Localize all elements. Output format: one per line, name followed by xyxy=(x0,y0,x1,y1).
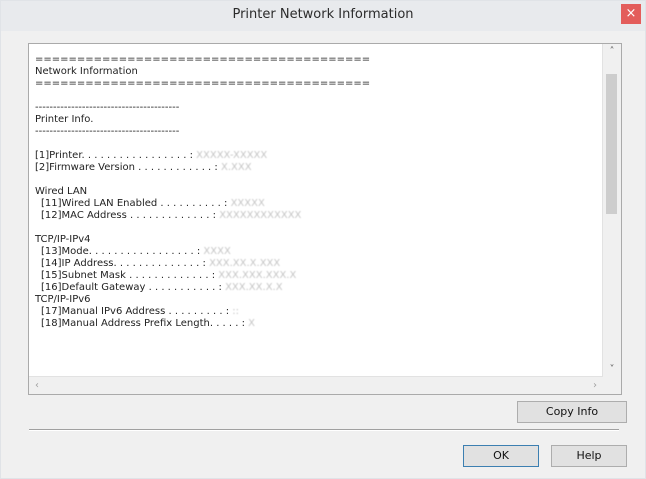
vertical-scrollbar[interactable]: ˄ ˅ xyxy=(602,44,621,378)
info-line-value: X xyxy=(248,318,256,329)
network-info-textbox[interactable]: ========================================… xyxy=(28,43,622,395)
info-line: ---------------------------------------- xyxy=(35,126,599,138)
info-line: [11]Wired LAN Enabled . . . . . . . . . … xyxy=(35,198,599,210)
info-line: [18]Manual Address Prefix Length. . . . … xyxy=(35,318,599,330)
info-line-text: ---------------------------------------- xyxy=(35,102,180,113)
info-line-value: X.XXX xyxy=(220,162,252,173)
info-line-text: [17]Manual IPv6 Address . . . . . . . . … xyxy=(41,306,233,317)
horizontal-scrollbar[interactable]: ‹ › xyxy=(29,376,603,394)
window-title: Printer Network Information xyxy=(232,7,414,22)
info-line-text: [1]Printer. . . . . . . . . . . . . . . … xyxy=(35,150,197,161)
info-line-text: [2]Firmware Version . . . . . . . . . . … xyxy=(35,162,221,173)
info-line: ======================================== xyxy=(35,54,599,66)
info-line: [1]Printer. . . . . . . . . . . . . . . … xyxy=(35,150,599,162)
ok-button[interactable]: OK xyxy=(463,445,539,467)
info-line-value: XXXXX-XXXXX xyxy=(196,150,268,161)
title-bar[interactable]: Printer Network Information × xyxy=(1,1,645,31)
info-line-text: TCP/IP-IPv6 xyxy=(35,294,91,305)
info-line: [12]MAC Address . . . . . . . . . . . . … xyxy=(35,210,599,222)
scroll-left-icon[interactable]: ‹ xyxy=(29,377,45,394)
scrollbar-corner xyxy=(603,377,621,394)
copy-info-button[interactable]: Copy Info xyxy=(517,401,627,423)
scroll-right-icon[interactable]: › xyxy=(587,377,603,394)
info-line: [15]Subnet Mask . . . . . . . . . . . . … xyxy=(35,270,599,282)
info-line xyxy=(35,138,599,150)
info-line xyxy=(35,222,599,234)
info-line-text: ======================================== xyxy=(35,78,371,89)
info-line: [16]Default Gateway . . . . . . . . . . … xyxy=(35,282,599,294)
info-line-text: Printer Info. xyxy=(35,114,94,125)
info-line-text: [12]MAC Address . . . . . . . . . . . . … xyxy=(41,210,220,221)
info-line: ---------------------------------------- xyxy=(35,102,599,114)
scroll-up-icon[interactable]: ˄ xyxy=(603,44,621,60)
scroll-down-icon[interactable]: ˅ xyxy=(603,362,621,378)
dialog-body: ========================================… xyxy=(9,31,637,470)
info-line-text: [18]Manual Address Prefix Length. . . . … xyxy=(41,318,249,329)
info-line-text: [14]IP Address. . . . . . . . . . . . . … xyxy=(41,258,210,269)
info-line-text: ---------------------------------------- xyxy=(35,126,180,137)
info-line: [14]IP Address. . . . . . . . . . . . . … xyxy=(35,258,599,270)
info-line-value: XXX.XX.X.XXX xyxy=(209,258,281,269)
info-line: TCP/IP-IPv6 xyxy=(35,294,599,306)
info-line-text: Wired LAN xyxy=(35,186,88,197)
info-line-value: :: xyxy=(232,306,239,317)
info-line-text: TCP/IP-IPv4 xyxy=(35,234,91,245)
info-line: Printer Info. xyxy=(35,114,599,126)
info-line xyxy=(35,174,599,186)
printer-network-info-dialog: Printer Network Information × ==========… xyxy=(0,0,646,479)
info-line-value: XXX.XX.X.X xyxy=(225,282,283,293)
info-line-text: [11]Wired LAN Enabled . . . . . . . . . … xyxy=(41,198,231,209)
vertical-scroll-thumb[interactable] xyxy=(606,74,617,214)
info-line: [13]Mode. . . . . . . . . . . . . . . . … xyxy=(35,246,599,258)
info-line-text: [15]Subnet Mask . . . . . . . . . . . . … xyxy=(41,270,219,281)
info-line: [2]Firmware Version . . . . . . . . . . … xyxy=(35,162,599,174)
info-line: TCP/IP-IPv4 xyxy=(35,234,599,246)
info-line: ======================================== xyxy=(35,78,599,90)
network-info-text: ========================================… xyxy=(35,54,599,330)
info-line-text: [13]Mode. . . . . . . . . . . . . . . . … xyxy=(41,246,204,257)
info-line-value: XXXXX xyxy=(230,198,265,209)
info-line-text: ======================================== xyxy=(35,54,371,65)
info-line xyxy=(35,90,599,102)
info-line: Network Information xyxy=(35,66,599,78)
info-line-text: [16]Default Gateway . . . . . . . . . . … xyxy=(41,282,226,293)
close-icon[interactable]: × xyxy=(621,4,641,24)
info-line: Wired LAN xyxy=(35,186,599,198)
info-line-value: XXXX xyxy=(203,246,231,257)
separator xyxy=(29,429,619,431)
help-button[interactable]: Help xyxy=(551,445,627,467)
info-line-value: XXXXXXXXXXXX xyxy=(219,210,302,221)
info-line-value: XXX.XXX.XXX.X xyxy=(218,270,297,281)
info-line: [17]Manual IPv6 Address . . . . . . . . … xyxy=(35,306,599,318)
info-line-text: Network Information xyxy=(35,66,138,77)
